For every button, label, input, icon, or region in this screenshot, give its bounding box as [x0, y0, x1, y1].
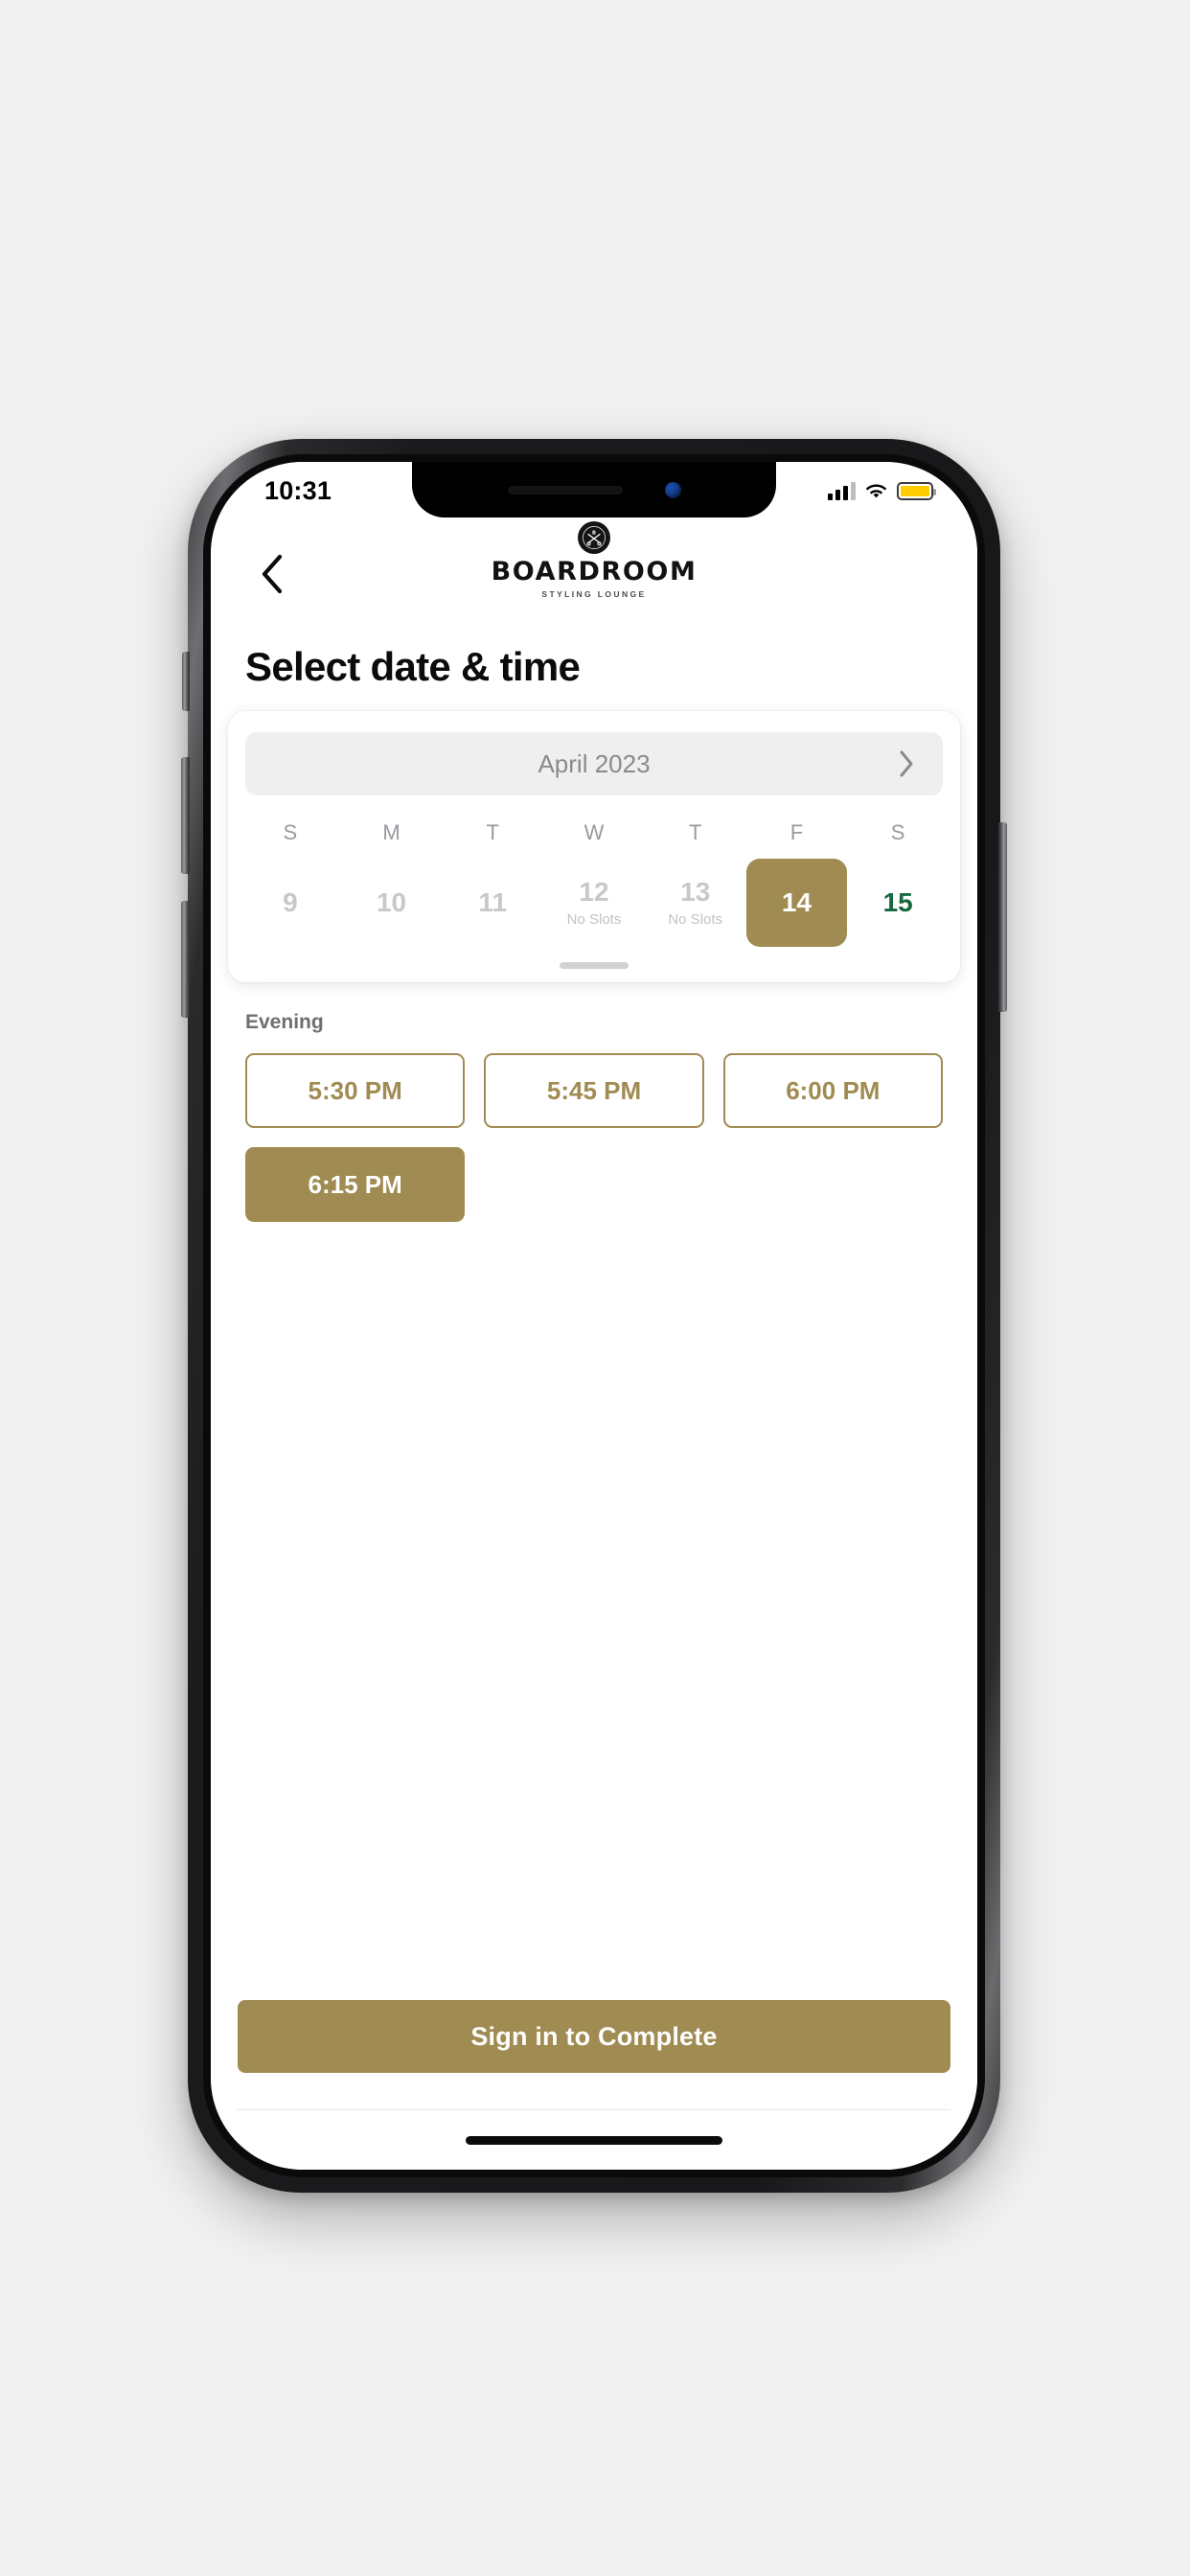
footer-cta-wrap: Sign in to Complete	[211, 2000, 977, 2110]
brand-tagline: STYLING LOUNGE	[541, 589, 647, 599]
front-camera-icon	[664, 481, 681, 498]
battery-fill	[901, 485, 929, 496]
calendar-weekday-header-row: SMTWTFS	[228, 795, 960, 845]
calendar-day-number: 9	[283, 887, 298, 918]
calendar-weekday-2: T	[486, 820, 499, 844]
calendar-weekday-1: M	[382, 820, 400, 844]
calendar-card: April 2023 S M T W T F S 9 10 11 12 No Slots 13 No S…	[228, 711, 960, 982]
home-indicator[interactable]	[466, 2135, 722, 2145]
calendar-day-number: 15	[882, 887, 913, 918]
device-notch	[412, 462, 776, 518]
next-month-button[interactable]	[885, 743, 927, 785]
home-indicator-area	[211, 2110, 977, 2170]
chevron-right-icon	[900, 750, 913, 777]
time-slot-5-30-pm[interactable]: 5:30 PM	[245, 1053, 466, 1128]
calendar-handle-wrap	[228, 947, 960, 977]
time-slots-heading: Evening	[245, 1011, 324, 1033]
phone-screen: 10:31 B BOARDROOM STYLING LOUNGE Select …	[211, 462, 977, 2170]
time-slot-5-45-pm[interactable]: 5:45 PM	[484, 1053, 704, 1128]
calendar-weekday-5: F	[790, 820, 804, 844]
calendar-day-row: 9 10 11 12 No Slots 13 No Slots 14 15	[228, 845, 960, 947]
cellular-signal-icon	[828, 481, 856, 500]
chevron-left-icon	[262, 554, 283, 594]
calendar-day-13[interactable]: 13 No Slots	[645, 859, 746, 947]
calendar-day-10[interactable]: 10	[341, 859, 443, 947]
calendar-day-11[interactable]: 11	[442, 859, 543, 947]
calendar-day-14[interactable]: 14	[745, 859, 848, 947]
wifi-icon	[865, 484, 887, 497]
calendar-weekday-0: S	[283, 820, 298, 844]
calendar-weekday-3: W	[584, 820, 605, 844]
app-content: B BOARDROOM STYLING LOUNGE Select date &…	[211, 462, 977, 2170]
brand-name: BOARDROOM	[491, 557, 698, 586]
calendar-month-bar: April 2023	[245, 732, 943, 795]
calendar-day-number: 12	[579, 877, 609, 908]
status-bar-time: 10:31	[264, 475, 332, 505]
calendar-month-label: April 2023	[538, 748, 651, 778]
brand-logo: B BOARDROOM STYLING LOUNGE	[211, 521, 977, 599]
screenshot-stage: 10:31 B BOARDROOM STYLING LOUNGE Select …	[0, 0, 1190, 2576]
app-header: B BOARDROOM STYLING LOUNGE	[211, 518, 977, 631]
calendar-day-15[interactable]: 15	[847, 859, 949, 947]
sign-in-to-complete-button[interactable]: Sign in to Complete	[238, 2000, 950, 2073]
calendar-weekday-6: S	[890, 820, 905, 844]
emblem-scissors-icon: B	[580, 523, 608, 552]
earpiece-speaker-icon	[507, 485, 623, 494]
power-button[interactable]	[998, 822, 1007, 1012]
page-title: Select date & time	[245, 644, 581, 689]
status-bar-indicators	[828, 481, 936, 500]
calendar-day-number: 10	[376, 887, 407, 918]
time-slot-6-00-pm[interactable]: 6:00 PM	[722, 1053, 943, 1128]
calendar-day-9[interactable]: 9	[240, 859, 341, 947]
back-button[interactable]	[245, 547, 299, 601]
calendar-day-number: 11	[478, 887, 508, 918]
calendar-day-number: 13	[680, 877, 711, 908]
calendar-day-number: 14	[781, 887, 812, 918]
volume-up-button[interactable]	[181, 757, 190, 874]
volume-down-button[interactable]	[181, 901, 190, 1018]
battery-icon	[897, 481, 936, 500]
phone-bezel: 10:31 B BOARDROOM STYLING LOUNGE Select …	[203, 454, 985, 2177]
phone-device-frame: 10:31 B BOARDROOM STYLING LOUNGE Select …	[181, 439, 1007, 2193]
calendar-day-12[interactable]: 12 No Slots	[543, 859, 645, 947]
time-slots-grid: 5:30 PM 5:45 PM 6:00 PM 6:15 PM	[245, 1053, 943, 1222]
calendar-day-note: No Slots	[668, 910, 723, 928]
calendar-weekday-4: T	[688, 820, 702, 844]
calendar-day-note: No Slots	[566, 910, 622, 928]
time-slot-6-15-pm[interactable]: 6:15 PM	[245, 1147, 466, 1222]
calendar-drag-handle[interactable]	[560, 962, 629, 969]
svg-text:B: B	[592, 530, 596, 536]
boardroom-emblem-icon: B	[578, 521, 610, 554]
time-slots-section: Evening 5:30 PM 5:45 PM 6:00 PM 6:15 PM	[211, 982, 977, 1222]
mute-switch-button[interactable]	[182, 652, 190, 711]
